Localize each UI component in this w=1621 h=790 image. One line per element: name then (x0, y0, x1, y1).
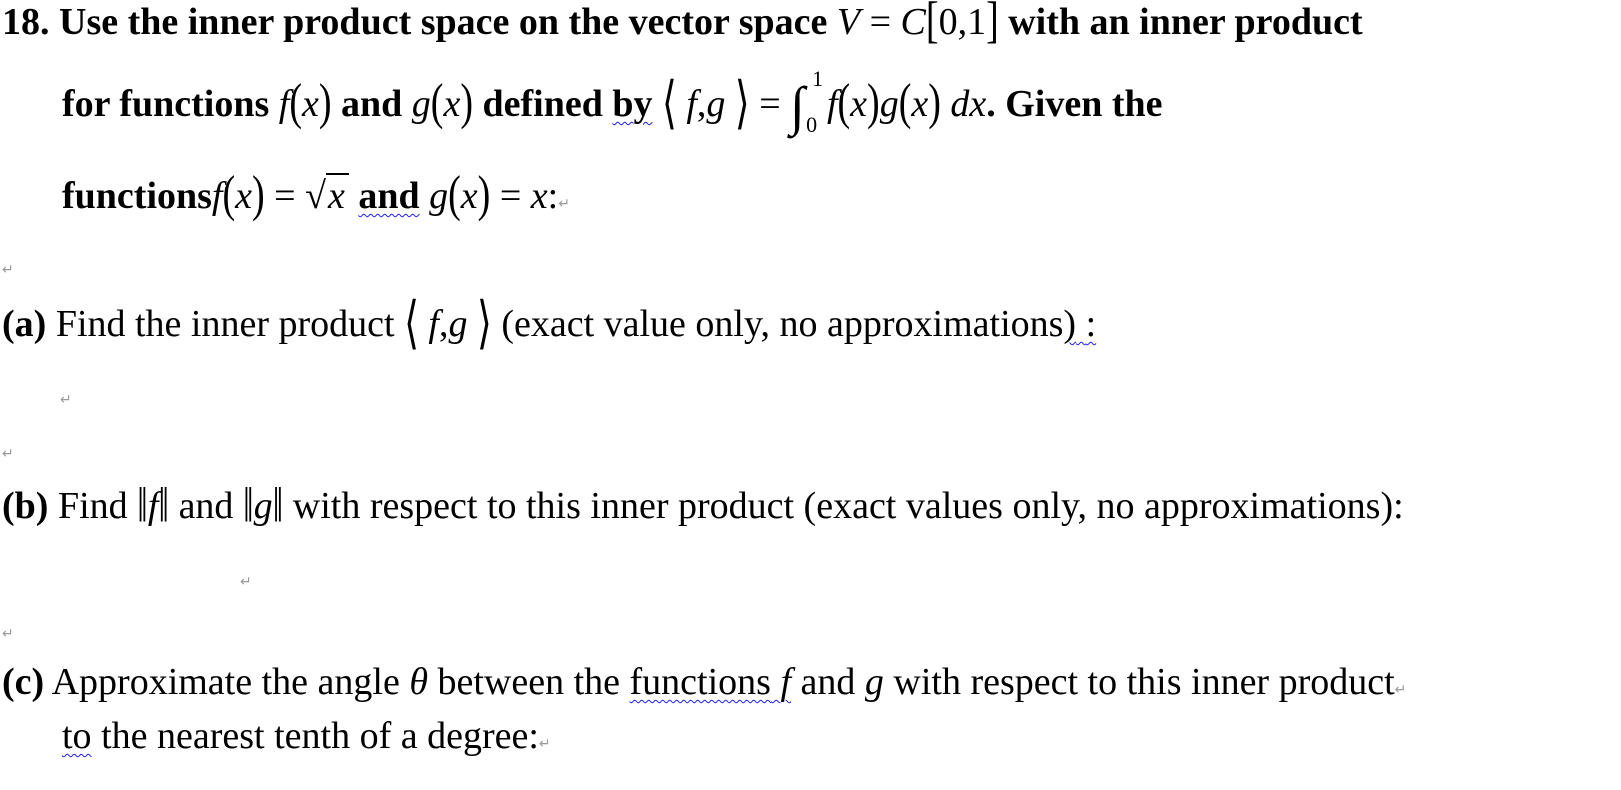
problem-intro-line-3: functionsf(x) = √x and g(x) = x:↵ (62, 166, 570, 223)
math-dx: dx (950, 83, 987, 125)
paragraph-mark-icon: ↵ (2, 626, 14, 642)
math-equals: = (274, 175, 296, 217)
math-one: 1 (967, 1, 987, 43)
math-x: x (530, 175, 548, 217)
problem-intro-line-2: for functions f(x) and g(x) defined by ⟨… (62, 66, 1163, 137)
problem-intro-line-1: 18. Use the inner product space on the v… (2, 0, 1363, 49)
part-b: (b) Find ‖f‖ and ‖g‖ with respect to thi… (2, 478, 1404, 534)
intro-text: for functions (62, 83, 270, 125)
part-text: with respect to this inner product (exac… (292, 485, 1404, 527)
paragraph-mark-icon: ↵ (2, 262, 14, 278)
math-comma: , (957, 1, 968, 43)
problem-number: 18. (2, 1, 50, 43)
math-equals: = (499, 175, 522, 217)
integral-lower-bound: 0 (806, 112, 818, 137)
math-colon: : (547, 175, 559, 217)
math-theta: θ (409, 661, 428, 703)
integral-upper-bound: 1 (812, 66, 824, 91)
integral-sign-icon: ∫ 1 0 (790, 66, 824, 137)
spellcheck-functions[interactable]: functions f (630, 661, 792, 703)
spellcheck-by[interactable]: by (612, 83, 652, 125)
part-label: (a) (2, 303, 47, 345)
paragraph-mark-icon: ↵ (60, 392, 72, 408)
math-f: f (686, 83, 697, 125)
part-text: Approximate the angle (51, 661, 400, 703)
math-zero: 0 (938, 1, 958, 43)
part-label: (b) (2, 485, 49, 527)
math-rangle: ⟩ (734, 72, 750, 136)
math-g: g (448, 303, 468, 345)
intro-text: functions (62, 175, 212, 217)
paragraph-mark-icon: ↵ (538, 736, 551, 752)
math-equals: = (759, 83, 781, 125)
math-x: x (443, 83, 461, 125)
math-g: g (411, 83, 431, 125)
math-f: f (211, 175, 223, 217)
part-text: (exact value only, no approximations (501, 303, 1064, 345)
math-C: C (900, 1, 926, 43)
intro-text-end: Given the (1005, 83, 1163, 125)
part-label: (c) (2, 661, 45, 703)
math-f: f (428, 303, 439, 345)
paragraph-mark-icon: ↵ (240, 574, 252, 590)
part-text: Find the inner product (55, 303, 395, 345)
math-V: V (836, 1, 861, 43)
part-text: between the (437, 661, 621, 703)
part-text: the nearest tenth of a degree: (101, 715, 539, 757)
part-c: (c) Approximate the angle θ between the … (2, 661, 1407, 703)
intro-and: and (341, 83, 403, 125)
spellcheck-colon[interactable]: ) : (1063, 303, 1096, 345)
math-g: g (706, 83, 726, 125)
part-text: Find (57, 485, 128, 527)
paragraph-mark-icon: ↵ (2, 446, 14, 462)
intro-text: Use the inner product space on the vecto… (59, 1, 828, 43)
math-g: g (253, 485, 273, 527)
math-bracket-close: ] (986, 0, 999, 49)
math-g: g (429, 175, 449, 217)
sqrt-sign-icon: √x (305, 173, 349, 218)
intro-defined: defined (482, 83, 603, 125)
math-g: g (864, 661, 884, 703)
math-f: f (826, 83, 838, 125)
math-f: f (278, 83, 290, 125)
math-x: x (301, 83, 319, 125)
math-langle: ⟨ (661, 72, 677, 136)
spellcheck-to[interactable]: to (62, 715, 92, 757)
math-f: f (147, 485, 159, 527)
part-a: (a) Find the inner product ⟨ f,g ⟩ (exac… (2, 292, 1097, 356)
math-equals: = (869, 1, 892, 43)
part-text: with respect to this inner product (893, 661, 1395, 703)
math-g: g (879, 83, 899, 125)
math-x: x (325, 173, 349, 217)
paragraph-mark-icon: ↵ (558, 196, 570, 212)
math-bracket-open: [ (925, 0, 939, 49)
spellcheck-and[interactable]: and (358, 175, 419, 217)
part-c-line-2: to the nearest tenth of a degree:↵ (62, 714, 551, 766)
intro-text-end: with an inner product (1008, 1, 1363, 43)
